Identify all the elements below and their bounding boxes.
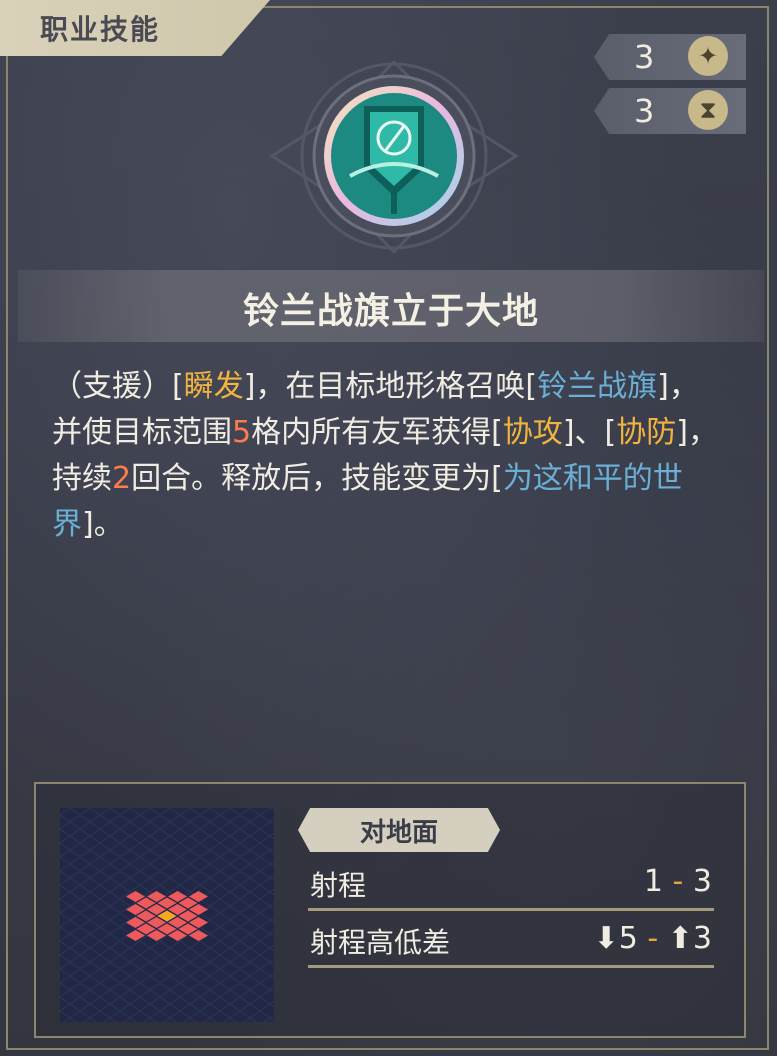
keyword-coattack: 协攻 [502, 415, 563, 450]
height-value: ⬇5 - ⬆3 [593, 921, 712, 956]
hourglass-icon: ⧗ [688, 90, 728, 130]
cooldown-value: 3 [634, 92, 655, 130]
keyword-banner: 铃兰战旗 [537, 369, 658, 404]
target-type-chip: 对地面 [298, 808, 500, 852]
cost-value: 3 [634, 38, 655, 76]
category-tag-label: 职业技能 [40, 13, 161, 46]
height-label: 射程高低差 [310, 926, 451, 959]
range-value: 1 - 3 [643, 864, 712, 899]
keyword-instant: 瞬发 [183, 369, 244, 404]
arrow-down-icon: ⬇ [593, 921, 619, 956]
height-row: 射程高低差 ⬇5 - ⬆3 [308, 915, 714, 968]
skill-panel: 职业技能 3 ✦ 3 ⧗ 铃兰战旗立于大地 （支援）[瞬发]，在目标地形格召唤[… [0, 0, 777, 1056]
arrow-up-icon: ⬆ [667, 921, 693, 956]
target-type-label: 对地面 [359, 818, 438, 848]
skill-description: （支援）[瞬发]，在目标地形格召唤[铃兰战旗]，并使目标范围5格内所有友军获得[… [52, 369, 718, 542]
keyword-range-number: 5 [232, 415, 252, 450]
range-grid-icon [60, 808, 274, 1022]
skill-title-band: 铃兰战旗立于大地 [18, 270, 764, 342]
cost-stat: 3 ✦ [594, 34, 746, 80]
range-row: 射程 1 - 3 [308, 858, 714, 911]
skill-name: 铃兰战旗立于大地 [242, 291, 539, 332]
range-label: 射程 [310, 869, 367, 902]
skill-emblem-icon [269, 59, 519, 255]
star-icon: ✦ [688, 36, 728, 76]
keyword-codefense: 协防 [616, 415, 677, 450]
cooldown-stat: 3 ⧗ [594, 88, 746, 134]
keyword-duration: 2 [112, 461, 132, 496]
